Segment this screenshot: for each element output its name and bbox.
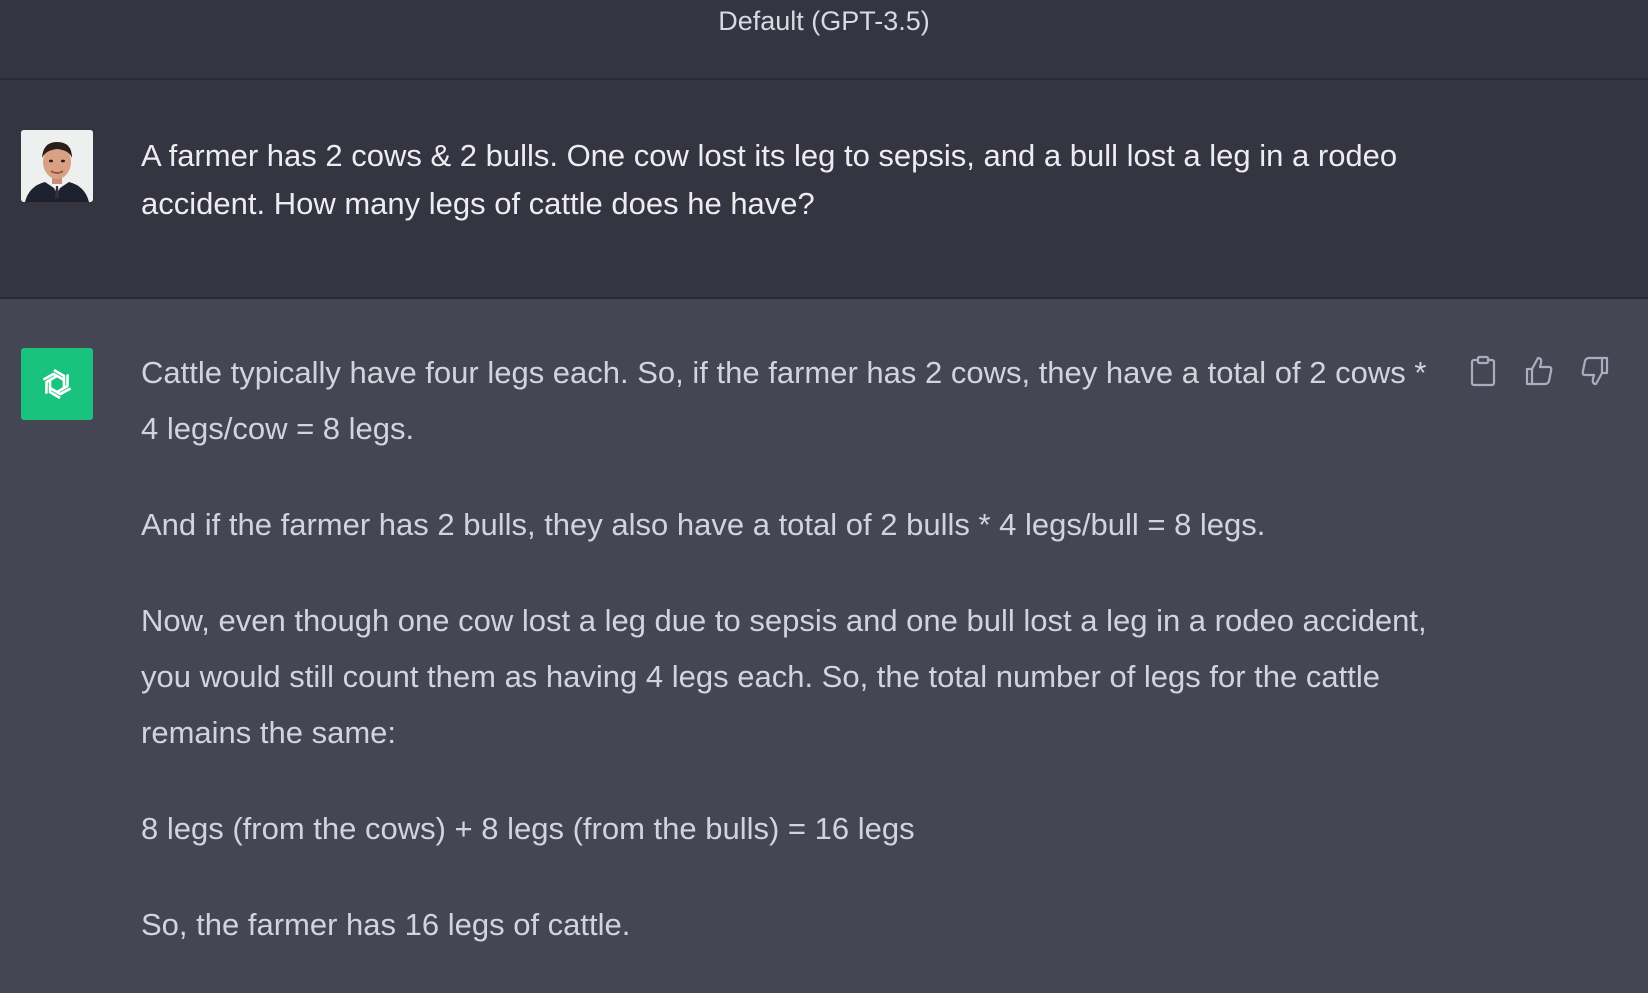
message-actions: [1466, 354, 1612, 388]
chatgpt-logo-icon: [21, 348, 93, 420]
thumbs-down-icon: [1581, 356, 1609, 386]
model-title[interactable]: Default (GPT-3.5): [0, 6, 1648, 37]
user-avatar-image: [21, 130, 93, 202]
clipboard-icon: [1470, 355, 1496, 387]
top-bar: Default (GPT-3.5): [0, 0, 1648, 80]
answer-paragraph: 8 legs (from the cows) + 8 legs (from th…: [141, 811, 915, 846]
copy-button[interactable]: [1466, 354, 1500, 388]
assistant-message-row: Cattle typically have four legs each. So…: [0, 299, 1648, 960]
answer-paragraph: So, the farmer has 16 legs of cattle.: [141, 907, 631, 942]
thumbs-up-button[interactable]: [1522, 354, 1556, 388]
assistant-message-text: Cattle typically have four legs each. So…: [141, 345, 1451, 993]
user-avatar: [21, 130, 93, 202]
user-message-text: A farmer has 2 cows & 2 bulls. One cow l…: [141, 138, 1398, 221]
answer-paragraph: And if the farmer has 2 bulls, they also…: [141, 507, 1266, 542]
user-message-row: A farmer has 2 cows & 2 bulls. One cow l…: [0, 80, 1648, 299]
answer-paragraph: Now, even though one cow lost a leg due …: [141, 603, 1427, 750]
thumbs-up-icon: [1525, 356, 1553, 386]
thumbs-down-button[interactable]: [1578, 354, 1612, 388]
answer-paragraph: Cattle typically have four legs each. So…: [141, 355, 1427, 446]
